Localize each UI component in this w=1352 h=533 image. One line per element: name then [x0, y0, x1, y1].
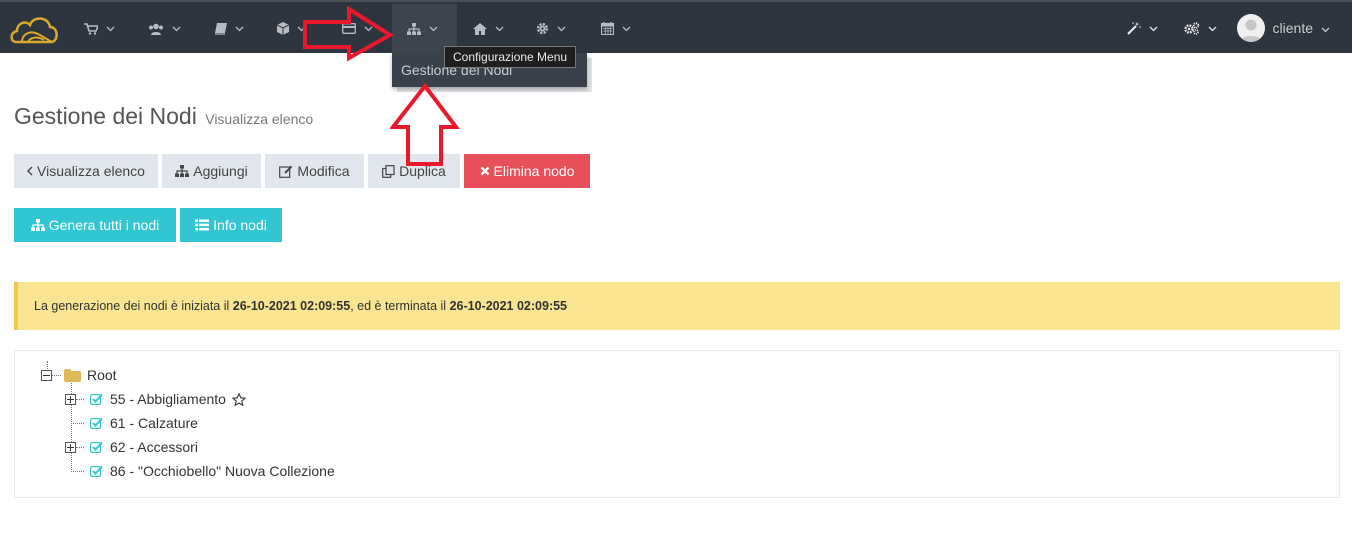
alert-text-before: La generazione dei nodi è iniziata il — [34, 299, 233, 313]
sitemap-icon — [175, 165, 190, 177]
edit-button[interactable]: Modifica — [265, 154, 364, 188]
checkbox-checked-icon[interactable] — [90, 393, 103, 405]
sitemap-icon — [407, 22, 421, 35]
alert-text-middle: , ed è terminata il — [350, 299, 450, 313]
list-icon — [195, 219, 210, 231]
tree-node[interactable]: 55 - Abbigliamento — [65, 389, 246, 409]
chevron-down-icon — [1321, 20, 1330, 36]
home-icon — [473, 22, 487, 35]
chevron-down-icon — [1208, 26, 1217, 32]
expand-icon[interactable] — [65, 393, 76, 405]
nav-catalog[interactable] — [214, 4, 244, 53]
nav-calendar[interactable] — [601, 4, 631, 53]
info-nodes-label: Info nodi — [213, 217, 267, 233]
magic-wand-icon — [1127, 22, 1141, 35]
annotation-arrow-right-icon — [303, 6, 394, 62]
user-menu[interactable]: cliente — [1236, 14, 1330, 42]
user-name: cliente — [1272, 20, 1313, 36]
tree-node-label: 61 - Calzature — [110, 415, 198, 431]
chevron-down-icon — [1149, 26, 1158, 32]
tree-node-label: Root — [87, 367, 117, 383]
folder-icon — [64, 368, 81, 382]
page-title-text: Gestione dei Nodi — [14, 103, 197, 129]
chevron-down-icon — [495, 26, 504, 32]
chevron-down-icon — [622, 26, 631, 32]
close-icon — [480, 166, 490, 176]
chevron-down-icon — [235, 26, 244, 32]
nav-tools[interactable] — [1127, 4, 1158, 53]
tree-node[interactable]: 61 - Calzature — [65, 413, 198, 433]
nav-system[interactable] — [1184, 4, 1217, 53]
generate-all-nodes-button[interactable]: Genera tutti i nodi — [14, 208, 176, 242]
alert-end-time: 26-10-2021 02:09:55 — [449, 299, 568, 313]
edit-label: Modifica — [297, 163, 350, 179]
nav-users[interactable] — [148, 4, 181, 53]
chevron-down-icon — [429, 26, 438, 32]
generation-status-alert: La generazione dei nodi è iniziata il 26… — [14, 282, 1340, 330]
alert-start-time: 26-10-2021 02:09:55 — [232, 299, 351, 313]
generate-all-nodes-label: Genera tutti i nodi — [48, 217, 160, 233]
nav-shop[interactable] — [84, 4, 115, 53]
chevron-down-icon — [172, 26, 181, 32]
chevron-left-icon — [27, 166, 33, 176]
gears-icon — [1184, 22, 1200, 35]
avatar — [1236, 14, 1265, 42]
tooltip: Configurazione Menu — [444, 46, 577, 68]
edit-icon — [279, 165, 293, 178]
annotation-arrow-up-icon — [390, 82, 460, 166]
book-icon — [214, 22, 227, 35]
calendar-icon — [601, 22, 614, 35]
gear-icon — [536, 22, 549, 35]
delete-node-label: Elimina nodo — [493, 163, 575, 179]
checkbox-checked-icon[interactable] — [90, 441, 103, 453]
add-button[interactable]: Aggiungi — [162, 154, 261, 188]
tree-node[interactable]: 62 - Accessori — [65, 437, 198, 457]
cart-icon — [84, 22, 98, 35]
tree-node-label: 55 - Abbigliamento — [110, 391, 226, 407]
checkbox-checked-icon[interactable] — [90, 417, 103, 429]
top-navbar: cliente — [0, 0, 1352, 53]
back-to-list-label: Visualizza elenco — [37, 163, 145, 179]
tree-node[interactable]: 86 - "Occhiobello" Nuova Collezione — [65, 461, 335, 481]
chevron-down-icon — [106, 26, 115, 32]
delete-node-button[interactable]: Elimina nodo — [464, 154, 590, 188]
node-tree: Root 55 - Abbigliamento 61 - Calzature 6… — [14, 350, 1340, 498]
collapse-icon[interactable] — [41, 369, 52, 381]
sitemap-icon — [30, 219, 45, 231]
checkbox-checked-icon[interactable] — [90, 465, 103, 477]
cube-icon — [277, 22, 289, 35]
tree-node-root[interactable]: Root — [41, 365, 117, 385]
tree-node-label: 62 - Accessori — [110, 439, 198, 455]
expand-icon[interactable] — [65, 441, 76, 453]
add-label: Aggiungi — [193, 163, 248, 179]
star-icon[interactable] — [231, 392, 246, 406]
chevron-down-icon — [557, 26, 566, 32]
page-title: Gestione dei Nodi Visualizza elenco — [14, 103, 313, 130]
info-nodes-button[interactable]: Info nodi — [180, 208, 282, 242]
users-icon — [148, 23, 164, 35]
logo-cloud-icon[interactable] — [8, 10, 60, 48]
page-subtitle: Visualizza elenco — [205, 111, 314, 127]
back-to-list-button[interactable]: Visualizza elenco — [14, 154, 158, 188]
tree-node-label: 86 - "Occhiobello" Nuova Collezione — [110, 463, 335, 479]
